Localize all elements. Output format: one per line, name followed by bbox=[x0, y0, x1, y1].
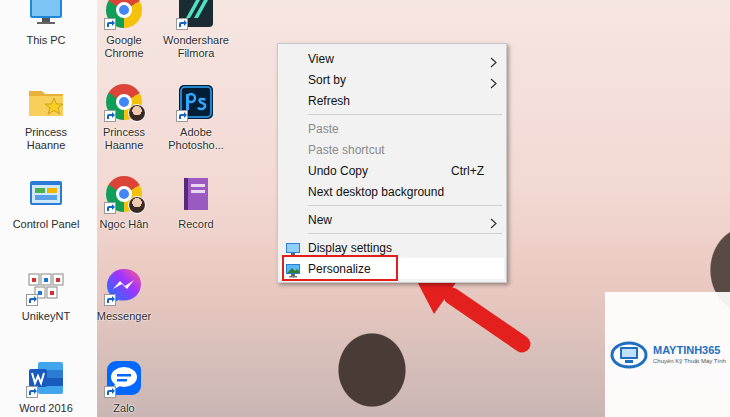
menu-item-label: Personalize bbox=[308, 260, 484, 278]
desktop-icon[interactable]: Zalo bbox=[88, 354, 160, 417]
menu-item[interactable]: Personalize bbox=[280, 258, 504, 279]
shortcut-arrow-icon bbox=[26, 386, 38, 398]
submenu-chevron-icon bbox=[488, 53, 498, 64]
control-panel-icon bbox=[26, 174, 66, 214]
chrome-icon bbox=[104, 0, 144, 30]
menu-item[interactable]: Display settings bbox=[280, 237, 504, 258]
icon-label[interactable]: Wondershare Filmora bbox=[160, 34, 232, 60]
icon-label[interactable]: This PC bbox=[10, 34, 82, 47]
icon-column: Wondershare Filmora Adobe Photosho... Reco… bbox=[160, 0, 232, 417]
desktop-icon[interactable]: Princess Haanne bbox=[88, 78, 160, 170]
menu-item-label: Paste bbox=[308, 120, 484, 138]
icon-label[interactable]: Control Panel bbox=[10, 218, 82, 231]
icon-label[interactable]: Adobe Photosho... bbox=[160, 126, 232, 152]
desktop-icon[interactable]: This PC bbox=[10, 0, 82, 78]
photoshop-icon bbox=[176, 82, 216, 122]
personalize-icon bbox=[285, 261, 301, 276]
desktop-icon[interactable]: Wondershare Filmora bbox=[160, 0, 232, 78]
zalo-icon bbox=[104, 358, 144, 398]
submenu-chevron-icon bbox=[488, 74, 498, 85]
shortcut-arrow-icon bbox=[104, 386, 116, 398]
menu-item-label: Refresh bbox=[308, 92, 484, 110]
icon-column: Google Chrome Princess Haanne Ngọc Hân Mess… bbox=[88, 0, 160, 417]
icon-label[interactable]: Princess Haanne bbox=[88, 126, 160, 152]
pc-icon bbox=[26, 0, 66, 30]
watermark: MAYTINH365Chuyên Kỹ Thuật Máy Tính bbox=[605, 292, 730, 417]
submenu-chevron-icon bbox=[488, 214, 498, 225]
shortcut-arrow-icon bbox=[104, 110, 116, 122]
menu-item-label: Next desktop background bbox=[308, 183, 484, 201]
menu-item: Paste bbox=[280, 118, 504, 139]
maytinh365-logo-icon bbox=[609, 338, 649, 372]
desktop-icon[interactable]: Ngọc Hân bbox=[88, 170, 160, 262]
icon-label[interactable]: Google Chrome bbox=[88, 34, 160, 60]
icon-label[interactable]: Zalo bbox=[88, 402, 160, 415]
menu-item-label: Sort by bbox=[308, 71, 484, 89]
menu-separator bbox=[308, 114, 502, 115]
menu-item-label: Undo Copy bbox=[308, 162, 439, 180]
highlight-box bbox=[282, 255, 398, 281]
menu-item[interactable]: Sort by bbox=[280, 69, 504, 90]
desktop[interactable]: This PC Princess Haanne Control Panel Unike… bbox=[0, 0, 730, 417]
shortcut-key: Ctrl+Z bbox=[451, 162, 484, 180]
menu-item-label: Paste shortcut bbox=[308, 141, 484, 159]
shortcut-arrow-icon bbox=[26, 294, 38, 306]
desktop-icon[interactable]: Princess Haanne bbox=[10, 78, 82, 170]
brand-name: MAYTINH365 bbox=[653, 344, 726, 357]
desktop-icon[interactable]: Messenger bbox=[88, 262, 160, 354]
shortcut-arrow-icon bbox=[104, 18, 116, 30]
menu-item-label: Display settings bbox=[308, 239, 484, 257]
avatar-icon bbox=[128, 196, 146, 214]
menu-item-label: New bbox=[308, 211, 484, 229]
icon-label[interactable]: Word 2016 bbox=[10, 402, 82, 415]
menu-item[interactable]: Undo Copy Ctrl+Z bbox=[280, 160, 504, 181]
icon-label[interactable]: Princess Haanne bbox=[10, 126, 82, 152]
menu-item[interactable]: Next desktop background bbox=[280, 181, 504, 202]
watermark-text: MAYTINH365Chuyên Kỹ Thuật Máy Tính bbox=[653, 344, 726, 365]
chrome-avatar-icon bbox=[104, 174, 144, 214]
context-menu: ViewSort byRefreshPastePaste shortcutUnd… bbox=[277, 43, 507, 283]
shortcut-arrow-icon bbox=[104, 202, 116, 214]
menu-item[interactable]: View bbox=[280, 48, 504, 69]
chrome-avatar-icon bbox=[104, 82, 144, 122]
icon-column: This PC Princess Haanne Control Panel Unike… bbox=[10, 0, 82, 417]
desktop-icon[interactable]: Word 2016 bbox=[10, 354, 82, 417]
desktop-icon[interactable]: Adobe Photosho... bbox=[160, 78, 232, 170]
menu-item[interactable]: Refresh bbox=[280, 90, 504, 111]
icon-label[interactable]: Ngọc Hân bbox=[88, 218, 160, 231]
filmora-icon bbox=[176, 0, 216, 30]
folder-star-icon bbox=[26, 82, 66, 122]
unikey-icon bbox=[26, 266, 66, 306]
menu-item[interactable]: New bbox=[280, 209, 504, 230]
record-icon bbox=[176, 174, 216, 214]
menu-separator bbox=[308, 205, 502, 206]
icon-label[interactable]: Messenger bbox=[88, 310, 160, 323]
shortcut-arrow-icon bbox=[176, 110, 188, 122]
menu-item: Paste shortcut bbox=[280, 139, 504, 160]
desktop-icon[interactable]: Google Chrome bbox=[88, 0, 160, 78]
shortcut-arrow-icon bbox=[104, 294, 116, 306]
menu-separator bbox=[308, 233, 502, 234]
desktop-icons: This PC Princess Haanne Control Panel Unike… bbox=[10, 0, 232, 417]
icon-label[interactable]: UnikeyNT bbox=[10, 310, 82, 323]
menu-item-label: View bbox=[308, 50, 484, 68]
avatar-icon bbox=[128, 104, 146, 122]
brand-tagline: Chuyên Kỹ Thuật Máy Tính bbox=[653, 357, 726, 365]
messenger-icon bbox=[104, 266, 144, 306]
desktop-icon[interactable]: UnikeyNT bbox=[10, 262, 82, 354]
shortcut-arrow-icon bbox=[176, 18, 188, 30]
word-icon bbox=[26, 358, 66, 398]
desktop-background-left bbox=[0, 0, 97, 417]
desktop-icon[interactable]: Record bbox=[160, 170, 232, 262]
icon-label[interactable]: Record bbox=[160, 218, 232, 231]
display-icon bbox=[285, 240, 301, 255]
desktop-icon[interactable]: Control Panel bbox=[10, 170, 82, 262]
